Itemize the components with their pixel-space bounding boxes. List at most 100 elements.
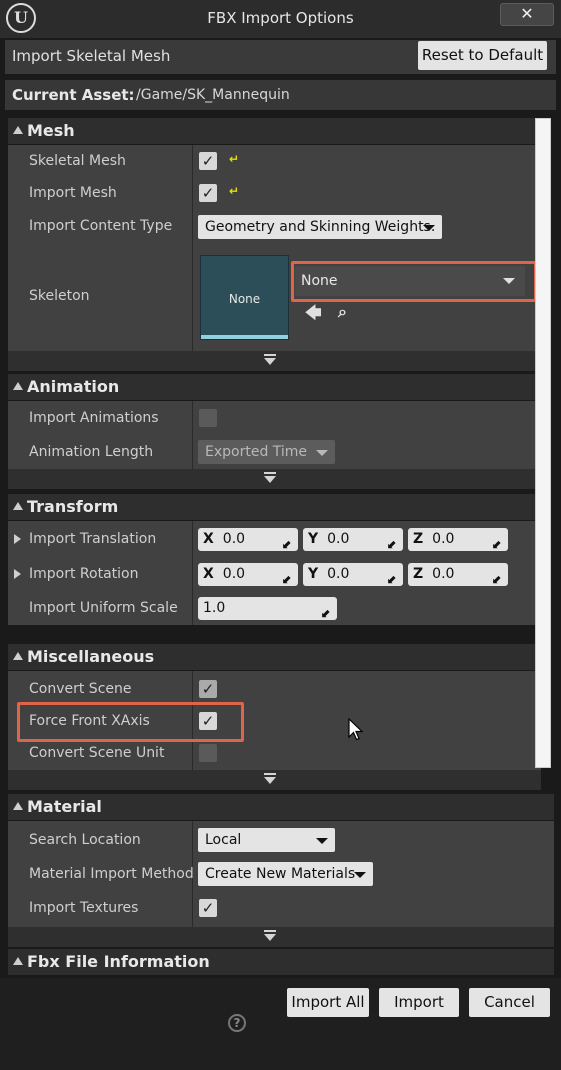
reset-to-default-button[interactable]: Reset to Default: [418, 41, 547, 70]
import-rotation-label: Import Rotation: [29, 566, 139, 582]
import-mesh-label: Import Mesh: [29, 185, 117, 201]
translation-z-value: 0.0: [432, 531, 455, 547]
resize-arrows-icon: ⬋: [281, 572, 292, 586]
category-fbx-file-information[interactable]: Fbx File Information: [8, 949, 554, 975]
translation-x-value: 0.0: [222, 531, 246, 547]
translation-x-field[interactable]: X 0.0 ⬋: [198, 528, 298, 551]
translation-y-value: 0.0: [327, 531, 350, 547]
import-content-type-dropdown[interactable]: Geometry and Skinning Weights.: [198, 215, 442, 239]
import-mesh-checkbox[interactable]: ✓: [199, 184, 217, 202]
settings-panel: Mesh Skeletal Mesh ✓ ↵ Import Mesh ✓ ↵ I…: [8, 118, 554, 975]
axis-y-label: Y: [308, 531, 319, 547]
misc-advanced-expander[interactable]: [8, 770, 541, 790]
import-animations-label: Import Animations: [29, 410, 159, 426]
import-content-type-value: Geometry and Skinning Weights.: [205, 219, 436, 235]
mouse-cursor-icon: [348, 718, 364, 741]
expand-arrow-icon[interactable]: [14, 569, 21, 579]
material-import-method-label: Material Import Method: [29, 866, 194, 882]
reset-arrow-icon[interactable]: ↵: [229, 184, 239, 198]
resize-arrows-icon: ⬋: [491, 537, 502, 551]
browse-search-icon[interactable]: ⌕: [338, 302, 347, 322]
convert-scene-checkbox[interactable]: ✓: [199, 680, 217, 698]
column-divider: [192, 401, 193, 469]
convert-scene-unit-checkbox[interactable]: ✓: [199, 744, 217, 762]
search-location-value: Local: [205, 832, 242, 848]
search-location-dropdown[interactable]: Local: [198, 828, 335, 852]
chevron-down-icon: [423, 225, 435, 231]
collapse-arrow-icon: [13, 957, 23, 965]
translation-y-field[interactable]: Y 0.0 ⬋: [303, 528, 403, 551]
material-import-method-value: Create New Materials: [205, 866, 356, 882]
dialog-heading: Import Skeletal Mesh: [12, 47, 171, 65]
collapse-arrow-icon: [13, 652, 23, 660]
expander-bar-icon: [264, 773, 276, 775]
column-divider: [192, 521, 193, 625]
rotation-y-field[interactable]: Y 0.0 ⬋: [303, 563, 403, 586]
collapse-arrow-icon: [13, 802, 23, 810]
category-mesh[interactable]: Mesh: [8, 118, 541, 144]
category-material-label: Material: [27, 797, 102, 816]
uniform-scale-field[interactable]: 1.0 ⬋: [198, 597, 337, 620]
category-animation[interactable]: Animation: [8, 374, 541, 400]
collapse-arrow-icon: [13, 126, 23, 134]
import-all-button[interactable]: Import All: [287, 988, 369, 1017]
animation-advanced-expander[interactable]: [8, 469, 541, 489]
title-bar: U FBX Import Options ✕: [0, 0, 561, 38]
resize-arrows-icon: ⬋: [491, 572, 502, 586]
help-icon[interactable]: ?: [228, 1014, 246, 1032]
material-import-method-dropdown[interactable]: Create New Materials: [198, 862, 373, 886]
current-asset-label: Current Asset:: [12, 86, 135, 104]
import-button[interactable]: Import: [379, 988, 459, 1017]
import-uniform-scale-label: Import Uniform Scale: [29, 600, 178, 616]
translation-z-field[interactable]: Z 0.0 ⬋: [408, 528, 508, 551]
cancel-button[interactable]: Cancel: [469, 988, 550, 1017]
import-translation-label: Import Translation: [29, 531, 157, 547]
skeleton-thumbnail[interactable]: None: [200, 255, 289, 340]
expand-arrow-icon: [264, 777, 276, 784]
close-button[interactable]: ✕: [500, 3, 554, 26]
expand-arrow-icon: [264, 358, 276, 365]
animation-length-value: Exported Time: [205, 444, 308, 460]
convert-scene-unit-label: Convert Scene Unit: [29, 745, 165, 761]
skeletal-mesh-label: Skeletal Mesh: [29, 153, 126, 169]
resize-arrows-icon: ⬋: [386, 572, 397, 586]
expander-bar-icon: [264, 472, 276, 474]
expand-arrow-icon[interactable]: [14, 534, 21, 544]
animation-length-label: Animation Length: [29, 444, 154, 460]
rotation-z-value: 0.0: [432, 566, 455, 582]
expand-arrow-icon: [264, 476, 276, 483]
uniform-scale-value: 1.0: [203, 600, 226, 616]
import-animations-checkbox[interactable]: ✓: [199, 409, 217, 427]
expand-arrow-icon: [264, 934, 276, 941]
rotation-y-value: 0.0: [327, 566, 350, 582]
rotation-z-field[interactable]: Z 0.0 ⬋: [408, 563, 508, 586]
import-textures-label: Import Textures: [29, 900, 139, 916]
settings-scrollbar[interactable]: [535, 118, 551, 768]
dialog-header: Import Skeletal Mesh Reset to Default: [5, 40, 556, 74]
current-asset-path: /Game/SK_Mannequin: [136, 87, 290, 103]
thumbnail-type-bar: [201, 335, 288, 339]
skeletal-mesh-checkbox[interactable]: ✓: [199, 152, 217, 170]
axis-y-label: Y: [308, 566, 319, 582]
chevron-down-icon: [316, 450, 328, 456]
use-selected-arrow-icon[interactable]: 🡄: [305, 302, 322, 329]
skeleton-highlight-box: [291, 261, 537, 302]
category-mesh-label: Mesh: [27, 121, 75, 140]
category-material[interactable]: Material: [8, 794, 554, 820]
reset-arrow-icon[interactable]: ↵: [229, 152, 239, 166]
material-advanced-expander[interactable]: [8, 927, 554, 947]
search-location-label: Search Location: [29, 832, 141, 848]
import-textures-checkbox[interactable]: ✓: [199, 899, 217, 917]
resize-arrows-icon: ⬋: [320, 606, 331, 620]
rotation-x-field[interactable]: X 0.0 ⬋: [198, 563, 298, 586]
chevron-down-icon: [354, 872, 366, 878]
category-miscellaneous[interactable]: Miscellaneous: [8, 644, 541, 670]
column-divider: [192, 145, 193, 351]
expander-bar-icon: [264, 354, 276, 356]
skeleton-thumbnail-text: None: [228, 292, 261, 306]
category-transform[interactable]: Transform: [8, 494, 541, 520]
category-fbx-file-information-label: Fbx File Information: [27, 952, 210, 971]
mesh-advanced-expander[interactable]: [8, 351, 541, 371]
animation-length-dropdown[interactable]: Exported Time: [198, 440, 335, 464]
resize-arrows-icon: ⬋: [281, 537, 292, 551]
